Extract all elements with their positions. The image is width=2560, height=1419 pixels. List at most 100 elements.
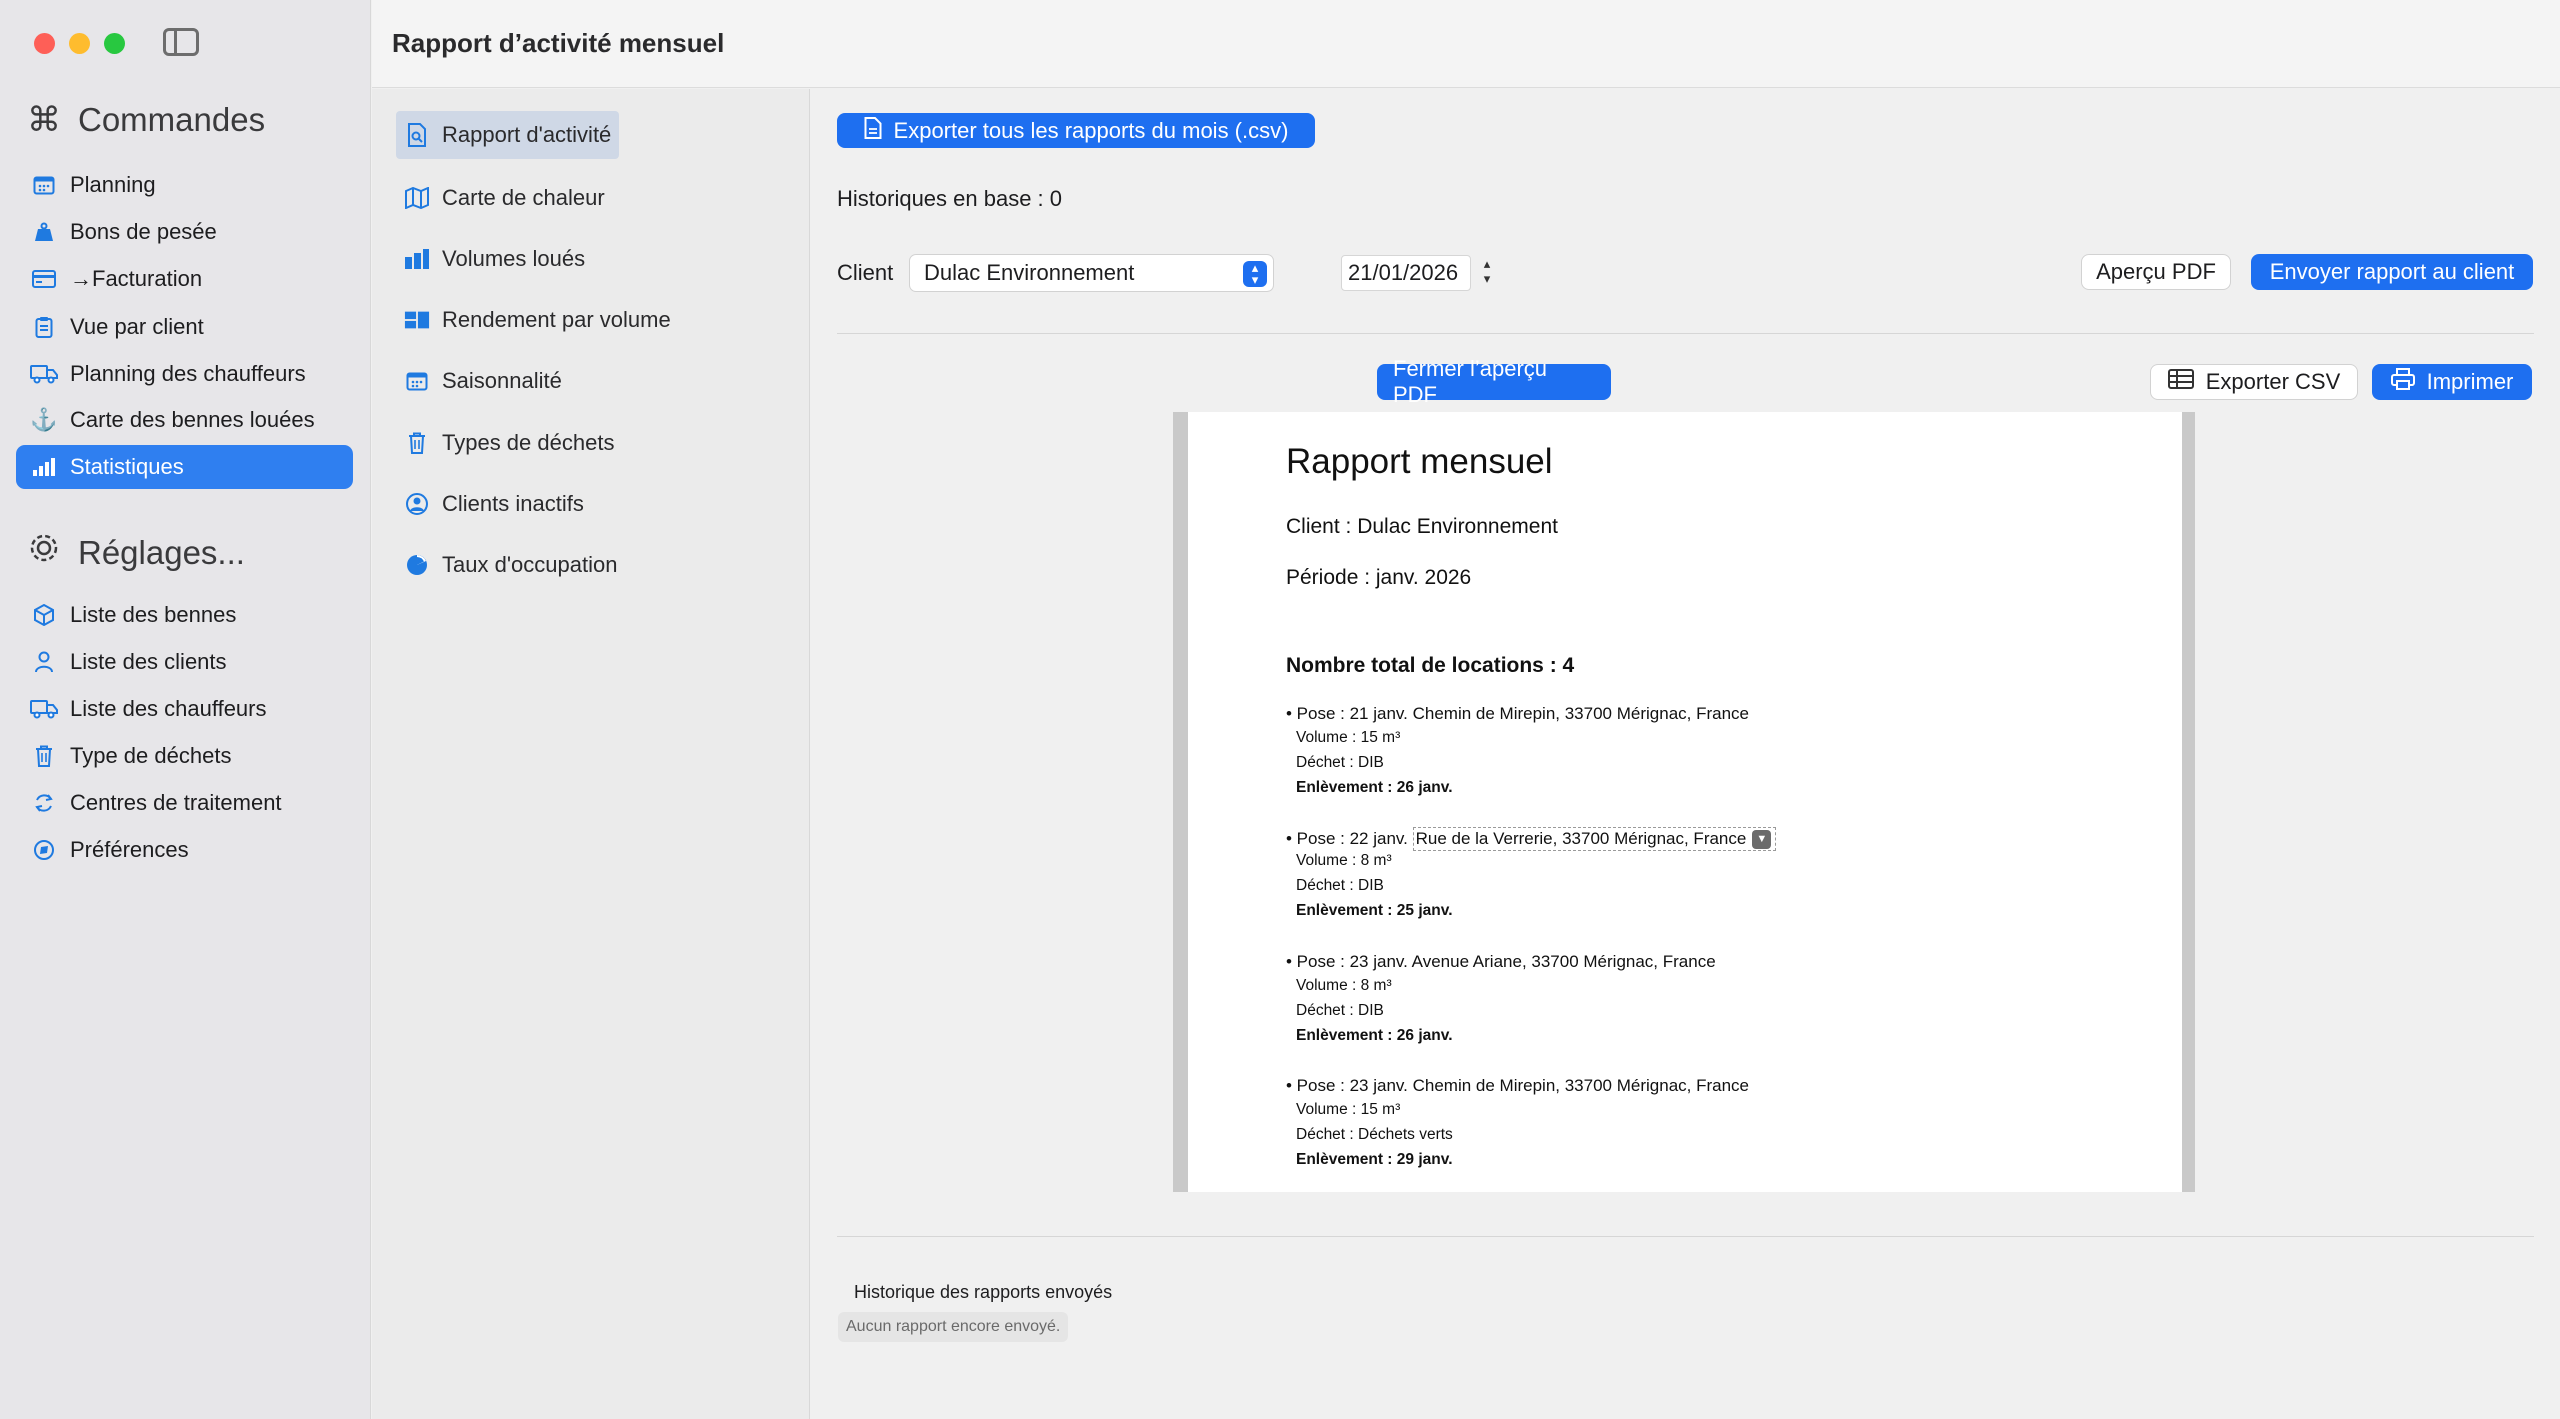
- pie-icon: [404, 552, 430, 578]
- zoom-window-button[interactable]: [104, 33, 125, 54]
- sidebar-item-preferences[interactable]: Préférences: [16, 828, 353, 872]
- trash-icon: [30, 742, 58, 770]
- location-enlevement: Enlèvement : 26 janv.: [1296, 779, 1453, 796]
- toolbar: Rapport d’activité mensuel: [372, 0, 2560, 88]
- send-report-label: Envoyer rapport au client: [2269, 259, 2515, 284]
- compass-icon: [30, 836, 58, 864]
- date-field[interactable]: 21/01/2026: [1341, 255, 1471, 291]
- location-entry: • Pose : 21 janv. Chemin de Mirepin, 337…: [1286, 704, 1749, 804]
- location-address: Avenue Ariane, 33700 Mérignac, France: [1411, 952, 1716, 971]
- subnav-item-volumes-loues[interactable]: Volumes loués: [396, 235, 593, 283]
- print-label: Imprimer: [2426, 369, 2514, 394]
- window-controls: [34, 33, 125, 54]
- section-reglages-title: Réglages...: [78, 533, 245, 571]
- table-icon: [2167, 369, 2194, 395]
- sidebar-item-facturation[interactable]: →Facturation: [16, 257, 353, 301]
- sidebar-item-label: Carte des bennes louées: [70, 407, 315, 432]
- report-title: Rapport mensuel: [1286, 442, 1553, 481]
- subnav-item-rapport-activite[interactable]: Rapport d'activité: [396, 111, 620, 159]
- sidebar-item-planning-chauffeurs[interactable]: Planning des chauffeurs: [16, 352, 353, 396]
- location-volume: Volume : 15 m³: [1296, 1101, 1401, 1118]
- export-all-reports-button[interactable]: Exporter tous les rapports du mois (.csv…: [837, 113, 1315, 148]
- person-icon: [30, 648, 58, 676]
- export-csv-button[interactable]: Exporter CSV: [2150, 364, 2358, 400]
- subnav-item-label: Taux d'occupation: [442, 552, 618, 577]
- recycle-icon: [30, 789, 58, 817]
- location-volume: Volume : 15 m³: [1296, 729, 1401, 746]
- location-enlevement: Enlèvement : 26 janv.: [1296, 1027, 1453, 1044]
- sidebar: ⌘ Commandes Planning Bons de pesée →Fact…: [0, 0, 371, 1419]
- command-icon: ⌘: [27, 101, 61, 139]
- gear-icon: [26, 531, 62, 574]
- sidebar-item-planning[interactable]: Planning: [16, 163, 353, 207]
- sidebar-item-label: Centres de traitement: [70, 790, 282, 815]
- sidebar-item-statistiques[interactable]: Statistiques: [16, 445, 353, 489]
- subnav-item-types-dechets[interactable]: Types de déchets: [396, 419, 622, 467]
- preview-pdf-button[interactable]: Aperçu PDF: [2081, 254, 2231, 290]
- sidebar-item-label: Bons de pesée: [70, 219, 217, 244]
- section-commandes[interactable]: ⌘ Commandes: [26, 100, 265, 140]
- export-all-label: Exporter tous les rapports du mois (.csv…: [893, 117, 1289, 143]
- location-dechet: Déchet : DIB: [1296, 754, 1384, 771]
- sidebar-toggle-icon[interactable]: [163, 28, 199, 56]
- subnav-item-clients-inactifs[interactable]: Clients inactifs: [396, 480, 592, 528]
- location-entry: • Pose : 22 janv. Rue de la Verrerie, 33…: [1286, 827, 1777, 927]
- sidebar-item-type-dechets[interactable]: Type de déchets: [16, 734, 353, 778]
- close-pdf-preview-button[interactable]: Fermer l’aperçu PDF: [1377, 356, 1611, 407]
- minimize-window-button[interactable]: [69, 33, 90, 54]
- history-empty-text: Aucun rapport encore envoyé.: [838, 1312, 1069, 1342]
- history-title: Historique des rapports envoyés: [854, 1282, 1113, 1302]
- address-popup-field[interactable]: Rue de la Verrerie, 33700 Mérignac, Fran…: [1412, 827, 1777, 851]
- truck-icon: [30, 360, 58, 388]
- section-commandes-title: Commandes: [78, 101, 266, 138]
- sidebar-item-bons-de-pesee[interactable]: Bons de pesée: [16, 210, 353, 254]
- calendar-icon: [404, 368, 430, 394]
- location-volume: Volume : 8 m³: [1296, 852, 1392, 869]
- sidebar-item-liste-chauffeurs[interactable]: Liste des chauffeurs: [16, 687, 353, 731]
- sidebar-item-label: Liste des chauffeurs: [70, 696, 267, 721]
- divider: [837, 333, 2534, 334]
- sidebar-item-label: Statistiques: [70, 454, 184, 479]
- preview-pdf-label: Aperçu PDF: [2096, 259, 2216, 284]
- location-address: Rue de la Verrerie, 33700 Mérignac, Fran…: [1415, 829, 1747, 848]
- subnav-item-label: Types de déchets: [442, 430, 615, 455]
- sidebar-item-label: Planning des chauffeurs: [70, 361, 306, 386]
- date-value: 21/01/2026: [1348, 260, 1459, 285]
- date-stepper[interactable]: ▴ ▾: [1478, 256, 1496, 290]
- location-dechet: Déchet : DIB: [1296, 877, 1384, 894]
- location-enlevement: Enlèvement : 25 janv.: [1296, 902, 1453, 919]
- close-preview-label: Fermer l’aperçu PDF: [1393, 356, 1548, 407]
- send-report-button[interactable]: Envoyer rapport au client: [2251, 254, 2533, 290]
- chart-bar-icon: [30, 453, 58, 481]
- subnav-item-saisonnalite[interactable]: Saisonnalité: [396, 357, 570, 405]
- location-pose: • Pose : 21 janv.: [1286, 704, 1413, 723]
- chevron-down-icon: ▼: [1752, 829, 1772, 849]
- sidebar-item-vue-par-client[interactable]: Vue par client: [16, 305, 353, 349]
- section-reglages[interactable]: Réglages...: [26, 531, 245, 574]
- client-select[interactable]: Dulac Environnement ▴ ▾: [909, 254, 1274, 292]
- subnav-item-label: Rapport d'activité: [442, 122, 612, 147]
- subnav-item-rendement-volume[interactable]: Rendement par volume: [396, 296, 679, 344]
- export-csv-label: Exporter CSV: [2205, 369, 2341, 394]
- location-pose: • Pose : 23 janv.: [1286, 1076, 1413, 1095]
- location-dechet: Déchet : Déchets verts: [1296, 1126, 1453, 1143]
- client-select-value: Dulac Environnement: [924, 260, 1135, 285]
- print-button[interactable]: Imprimer: [2372, 364, 2532, 400]
- divider: [837, 1236, 2534, 1237]
- pdf-page[interactable]: Rapport mensuel Client : Dulac Environne…: [1188, 412, 2182, 1192]
- sidebar-item-label: Liste des clients: [70, 649, 227, 674]
- creditcard-icon: [30, 265, 58, 293]
- location-address: Chemin de Mirepin, 33700 Mérignac, Franc…: [1412, 1076, 1749, 1095]
- sidebar-item-liste-bennes[interactable]: Liste des bennes: [16, 593, 353, 637]
- subnav-item-carte-chaleur[interactable]: Carte de chaleur: [396, 174, 613, 222]
- sidebar-item-centres-traitement[interactable]: Centres de traitement: [16, 781, 353, 825]
- subnav-item-taux-occupation[interactable]: Taux d'occupation: [396, 541, 625, 589]
- window-title: Rapport d’activité mensuel: [392, 28, 725, 58]
- close-window-button[interactable]: [34, 33, 55, 54]
- sidebar-item-label: Préférences: [70, 837, 189, 862]
- location-pose: • Pose : 23 janv.: [1286, 952, 1412, 971]
- location-enlevement: Enlèvement : 29 janv.: [1296, 1151, 1453, 1168]
- sidebar-item-carte-bennes[interactable]: ⚓ Carte des bennes louées: [16, 398, 353, 442]
- person-circle-icon: [404, 491, 430, 517]
- sidebar-item-liste-clients[interactable]: Liste des clients: [16, 640, 353, 684]
